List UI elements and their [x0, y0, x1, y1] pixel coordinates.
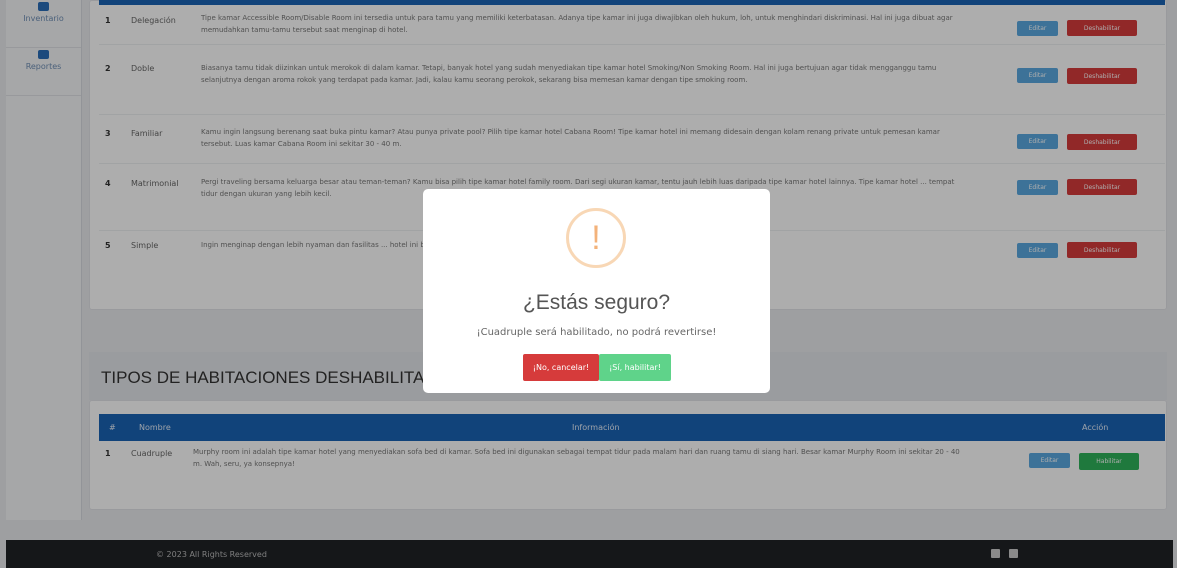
- confirm-dialog: ! ¿Estás seguro? ¡Cuadruple será habilit…: [423, 189, 770, 393]
- warning-icon: !: [566, 208, 626, 268]
- dialog-message: ¡Cuadruple será habilitado, no podrá rev…: [476, 327, 717, 338]
- confirm-button[interactable]: ¡Sí, habilitar!: [599, 354, 671, 381]
- cancel-button[interactable]: ¡No, cancelar!: [523, 354, 599, 381]
- dialog-title: ¿Estás seguro?: [522, 291, 671, 314]
